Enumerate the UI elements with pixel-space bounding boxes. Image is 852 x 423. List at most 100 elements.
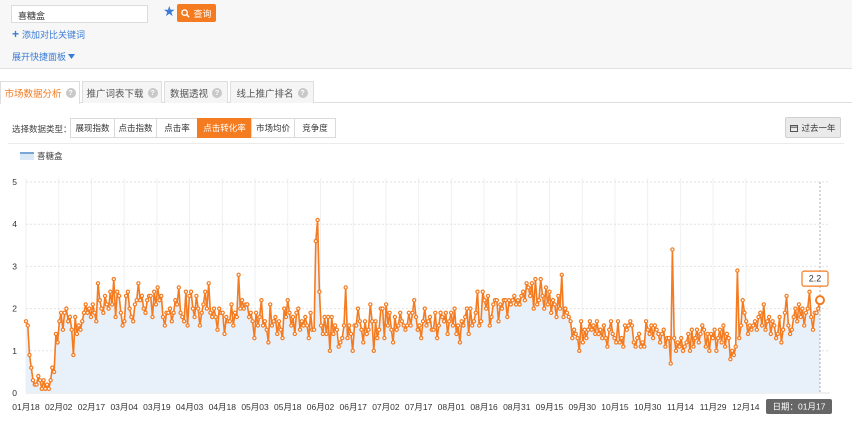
query-button[interactable]: 查询 (177, 4, 216, 22)
help-icon[interactable]: ? (147, 87, 158, 98)
data-point (292, 331, 297, 337)
help-icon[interactable]: ? (297, 87, 308, 98)
data-point (94, 319, 99, 324)
tab-market-analysis[interactable]: 市场数据分析? (0, 81, 80, 104)
data-point (239, 297, 245, 303)
tab-data-pivot[interactable]: 数据透视? (164, 81, 228, 103)
data-point (557, 306, 563, 311)
data-point (83, 302, 88, 307)
data-point (187, 293, 192, 299)
data-point (793, 306, 798, 311)
add-compare-keyword-link[interactable]: + 添加对比关键词 (12, 28, 85, 41)
data-point (772, 323, 777, 328)
data-point (78, 327, 83, 332)
data-point (30, 378, 36, 383)
data-point (656, 331, 661, 337)
data-type-ctr[interactable]: 点击率 (156, 118, 198, 138)
data-point (422, 306, 427, 311)
data-point (72, 314, 78, 320)
data-point (533, 276, 538, 282)
data-point (698, 331, 703, 337)
data-point (628, 319, 633, 324)
data-point (489, 314, 494, 320)
data-type-competition[interactable]: 竞争度 (294, 118, 336, 138)
data-point (392, 314, 398, 320)
data-point (816, 306, 821, 311)
data-point (751, 323, 756, 328)
expand-panel-link[interactable]: 展开快捷面板 (12, 50, 76, 63)
data-point (640, 340, 645, 345)
data-point (636, 331, 642, 337)
data-point (673, 348, 679, 353)
data-point (721, 323, 726, 328)
data-point (498, 302, 503, 307)
data-point (491, 302, 496, 307)
data-point (505, 314, 510, 320)
data-point (141, 306, 146, 311)
data-point (97, 297, 103, 303)
data-point (137, 297, 143, 303)
data-point (512, 293, 517, 299)
data-point (399, 319, 405, 324)
tab-online-ranking[interactable]: 线上推广排名? (230, 81, 314, 103)
data-point (209, 314, 215, 320)
query-button-label: 查询 (193, 8, 212, 19)
data-point (726, 335, 731, 341)
data-point (666, 335, 672, 341)
data-point (807, 289, 812, 294)
data-point (246, 314, 252, 320)
data-point (74, 331, 80, 337)
data-point (441, 319, 447, 324)
data-point (448, 310, 454, 315)
data-point (457, 340, 463, 345)
data-point (144, 297, 150, 303)
data-point (99, 306, 104, 311)
data-point (410, 310, 415, 315)
data-point (211, 306, 217, 311)
data-point (85, 310, 90, 315)
time-range-label: 过去一年 (801, 122, 836, 133)
data-point (347, 323, 352, 328)
x-tick-label: 09月15 (536, 402, 564, 412)
data-point (79, 319, 85, 324)
data-point (389, 327, 394, 332)
data-point (375, 335, 380, 341)
data-point (513, 302, 519, 307)
data-point (283, 314, 289, 320)
conversion-rate-chart[interactable]: 01月18 02月02 02月17 03月04 03月19 04月03 04月18 05月03… (0, 160, 852, 423)
time-range-button[interactable]: 过去一年 (785, 117, 841, 138)
data-point (566, 314, 572, 320)
data-point (468, 306, 473, 311)
data-point (624, 327, 630, 332)
data-point (159, 293, 164, 299)
data-point (427, 314, 433, 320)
tab-keyword-download[interactable]: 推广词表下载? (82, 81, 162, 103)
data-point (134, 297, 139, 303)
calendar-icon (790, 124, 799, 132)
data-point (129, 314, 134, 320)
help-icon[interactable]: ? (65, 88, 76, 98)
data-point (675, 340, 680, 345)
data-point (712, 327, 717, 332)
data-point (160, 314, 166, 320)
y-tick-label: 5 (12, 177, 17, 187)
data-point (538, 276, 543, 282)
star-icon[interactable]: ★ (163, 3, 176, 20)
data-point (524, 281, 529, 286)
data-type-avg-price[interactable]: 市场均价 (251, 118, 295, 138)
x-tick-label: 03月19 (143, 402, 171, 412)
data-point (329, 314, 334, 320)
data-point (136, 281, 141, 286)
tab-label: 线上推广排名 (236, 88, 294, 100)
data-point (197, 323, 203, 328)
data-point (366, 327, 371, 332)
data-point (482, 297, 487, 303)
data-type-impressions[interactable]: 展现指数 (70, 118, 115, 138)
keyword-search-input[interactable]: 喜糖盒 (11, 5, 148, 23)
data-point (545, 302, 550, 307)
data-type-clicks[interactable]: 点击指数 (114, 118, 157, 138)
help-icon[interactable]: ? (212, 87, 222, 98)
data-type-conversion[interactable]: 点击转化率 (197, 118, 252, 138)
y-tick-label: 0 (12, 388, 17, 398)
data-point (584, 335, 589, 341)
